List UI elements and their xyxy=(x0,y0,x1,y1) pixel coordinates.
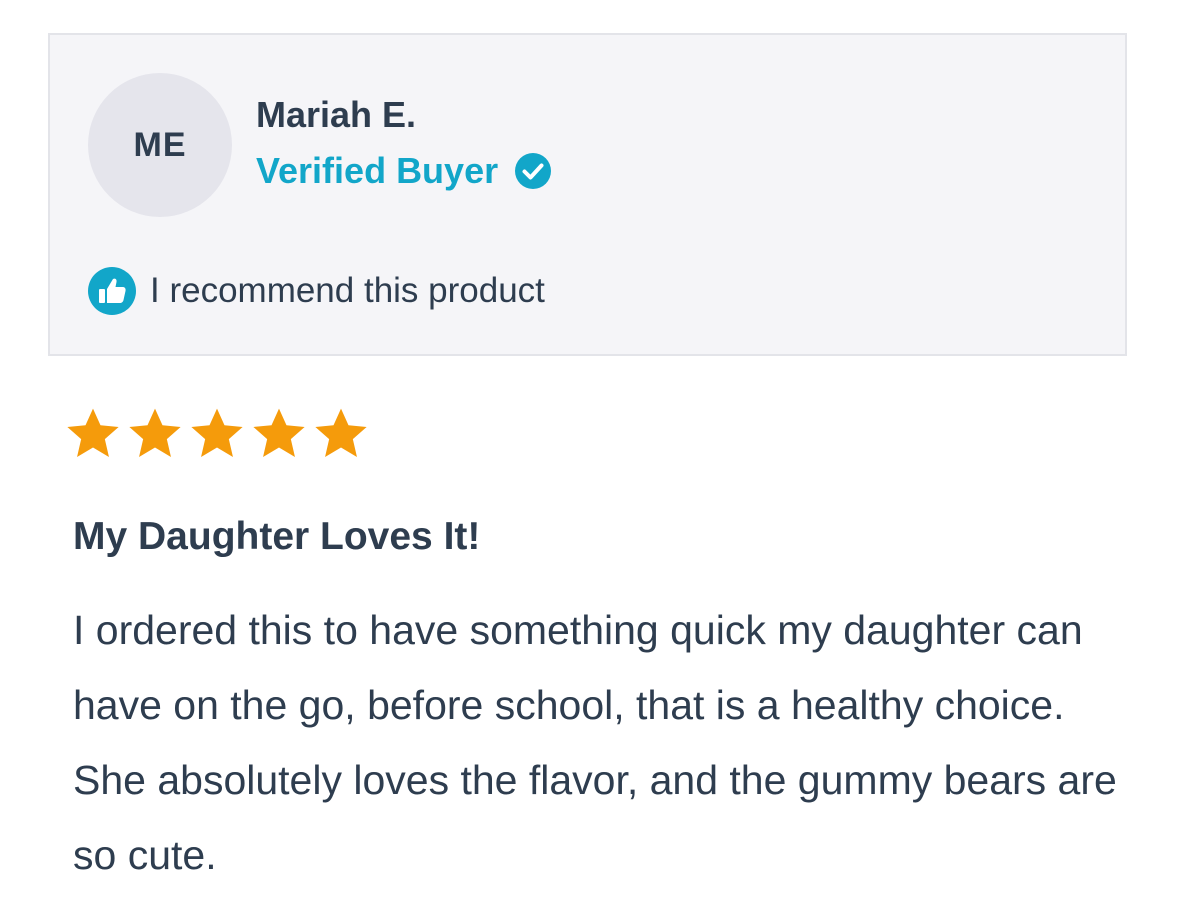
reviewer-name: Mariah E. xyxy=(256,94,417,135)
avatar-initials: ME xyxy=(133,125,187,164)
star-icon xyxy=(67,408,119,457)
verified-buyer-badge: Verified Buyer xyxy=(256,149,552,193)
star-icon xyxy=(191,408,243,457)
check-circle-icon xyxy=(515,153,552,189)
star-icon xyxy=(315,408,367,457)
star-icon xyxy=(253,408,305,457)
review-body: I ordered this to have something quick m… xyxy=(73,607,1117,878)
verified-buyer-label: Verified Buyer xyxy=(256,150,499,191)
thumbs-up-icon xyxy=(88,267,136,315)
reviewer-card: ME Mariah E. Verified Buyer I recommend … xyxy=(48,33,1127,356)
recommend-row: I recommend this product xyxy=(88,267,545,315)
avatar: ME xyxy=(88,73,232,217)
star-icon xyxy=(129,408,181,457)
review-title: My Daughter Loves It! xyxy=(73,515,481,558)
star-rating xyxy=(64,405,374,463)
recommend-text: I recommend this product xyxy=(150,271,545,310)
